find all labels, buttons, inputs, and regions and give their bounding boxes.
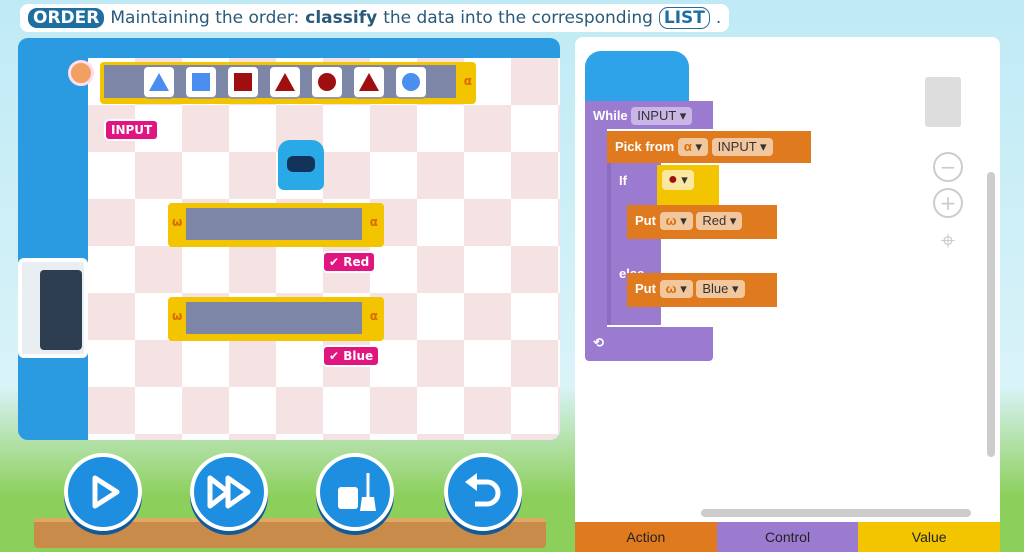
fast-forward-icon <box>207 475 251 509</box>
alpha-label: α <box>369 309 378 323</box>
list-pill: LIST <box>658 7 710 29</box>
input-conveyor: α <box>100 62 476 104</box>
while-footer: ⟲ <box>585 327 713 361</box>
game-board <box>88 58 560 440</box>
pick-source-dropdown[interactable]: INPUT ▾ <box>711 138 773 156</box>
fast-forward-button[interactable] <box>190 453 268 531</box>
undo-icon <box>465 473 501 507</box>
put-list-dropdown[interactable]: ω ▾ <box>659 212 693 230</box>
data-item-triangle <box>144 66 174 97</box>
red-list-label: ✔ Red <box>322 251 377 273</box>
instruction-text-2: the data into the corresponding <box>383 8 653 28</box>
tab-action[interactable]: Action <box>575 522 717 552</box>
start-block[interactable] <box>585 51 689 107</box>
input-label: INPUT <box>104 119 160 141</box>
alpha-label: α <box>463 74 472 88</box>
order-tag: ORDER <box>28 8 105 28</box>
instruction-end: . <box>715 8 722 28</box>
check-icon: ✔ <box>329 255 340 269</box>
broom-icon <box>338 473 376 511</box>
trash-icon[interactable] <box>925 77 961 127</box>
data-item-triangle <box>270 66 300 97</box>
pick-label: Pick from <box>615 139 675 154</box>
tab-value[interactable]: Value <box>858 522 1001 552</box>
condition-block[interactable]: ● ▾ <box>657 165 719 205</box>
play-icon <box>92 475 120 509</box>
put-red-block[interactable]: Put ω ▾ Red ▾ <box>627 205 777 239</box>
if-label: If <box>619 173 627 188</box>
list-blue: ωα <box>168 297 384 341</box>
red-blob-icon: ● <box>668 171 678 188</box>
undo-button[interactable] <box>444 453 522 531</box>
input-button-icon <box>68 60 94 86</box>
instruction-banner: ORDER Maintaining the order: classify th… <box>20 4 730 32</box>
blue-list-label: ✔ Blue <box>322 345 381 367</box>
while-body <box>585 129 607 329</box>
put-list-dropdown[interactable]: ω ▾ <box>659 280 693 298</box>
blue-label-text: Blue <box>343 349 374 363</box>
omega-label: ω <box>172 309 183 323</box>
code-workspace[interactable]: While INPUT ▾ ⟲ Pick from α ▾ INPUT ▾ If… <box>575 37 1000 522</box>
put-value-dropdown[interactable]: Blue ▾ <box>696 280 745 298</box>
vertical-scrollbar[interactable] <box>987 172 995 457</box>
put-blue-block[interactable]: Put ω ▾ Blue ▾ <box>627 273 777 307</box>
play-button[interactable] <box>64 453 142 531</box>
while-dropdown[interactable]: INPUT ▾ <box>631 107 693 125</box>
alpha-label: α <box>369 215 378 229</box>
pick-from-block[interactable]: Pick from α ▾ INPUT ▾ <box>607 131 811 163</box>
red-label-text: Red <box>343 255 370 269</box>
data-item-square <box>186 66 216 97</box>
category-tabs: Action Control Value <box>575 522 1001 552</box>
clear-button[interactable] <box>316 453 394 531</box>
put-label: Put <box>635 213 656 228</box>
data-item-triangle <box>354 66 384 97</box>
put-label: Put <box>635 281 656 296</box>
data-item-circle <box>396 66 426 97</box>
color-dropdown[interactable]: ● ▾ <box>662 170 694 190</box>
loop-icon: ⟲ <box>593 335 604 350</box>
horizontal-scrollbar[interactable] <box>701 509 971 517</box>
zoom-out-button[interactable]: − <box>933 152 963 182</box>
omega-label: ω <box>172 215 183 229</box>
data-item-square <box>228 66 258 97</box>
while-block[interactable]: While INPUT ▾ <box>585 101 713 129</box>
zoom-in-button[interactable]: + <box>933 188 963 218</box>
list-red: ωα <box>168 203 384 247</box>
robot-character <box>278 140 324 190</box>
pick-list-dropdown[interactable]: α ▾ <box>677 138 709 156</box>
center-button[interactable]: ⌖ <box>933 228 963 258</box>
machine-screen <box>18 258 88 358</box>
instruction-text: Maintaining the order: <box>110 8 300 28</box>
instruction-bold: classify <box>305 8 378 28</box>
data-item-circle <box>312 66 342 97</box>
tab-control[interactable]: Control <box>716 522 859 552</box>
put-value-dropdown[interactable]: Red ▾ <box>696 212 743 230</box>
while-label: While <box>593 108 628 123</box>
check-icon: ✔ <box>329 349 340 363</box>
